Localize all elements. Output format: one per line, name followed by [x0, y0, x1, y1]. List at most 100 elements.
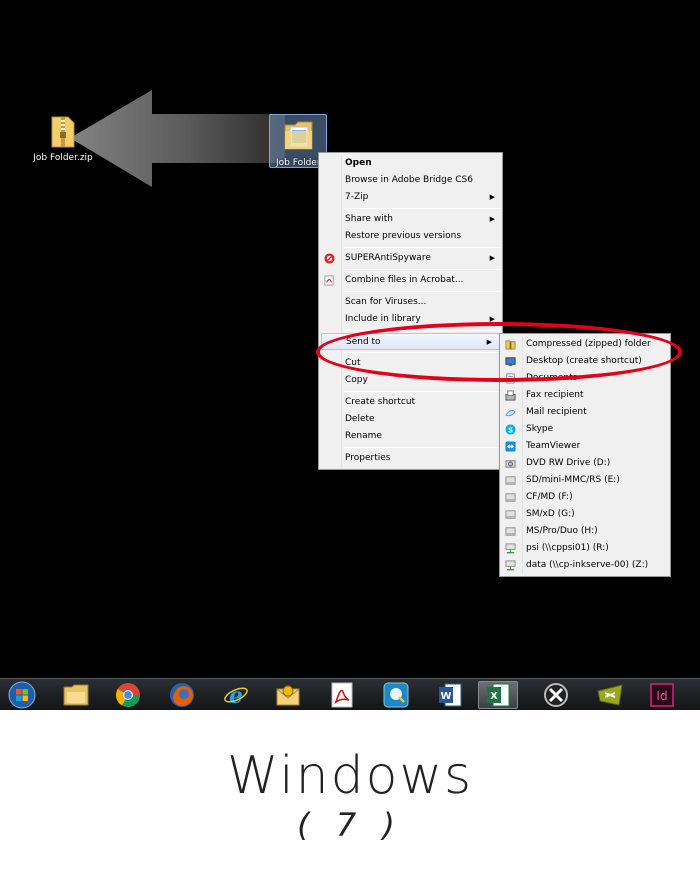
bridge-icon: [597, 684, 623, 706]
send-to-sd-drive[interactable]: SD/mini-MMC/RS (E:): [500, 472, 670, 489]
submenu-arrow-icon: ▶: [489, 193, 495, 201]
submenu-arrow-icon: ▶: [489, 215, 495, 223]
send-to-teamviewer[interactable]: TeamViewer: [500, 438, 670, 455]
quicktime-icon: [383, 682, 409, 708]
taskbar-internet-explorer[interactable]: e: [216, 681, 256, 709]
zip-folder-icon: [51, 116, 75, 148]
zip-file-label: Job Folder.zip: [33, 153, 93, 163]
dvd-drive-icon: [505, 460, 516, 468]
taskbar-xara[interactable]: [536, 681, 576, 709]
menu-separator: [344, 391, 500, 392]
taskbar-excel[interactable]: X: [478, 681, 518, 709]
teamviewer-icon: [505, 441, 516, 452]
menu-item-label: TeamViewer: [526, 441, 581, 451]
menu-item-label: Combine files in Acrobat...: [345, 275, 464, 285]
firefox-icon: [170, 683, 194, 707]
svg-text:W: W: [440, 691, 451, 702]
menu-item-label: Share with: [345, 214, 393, 224]
taskbar-outlook[interactable]: [268, 681, 308, 709]
menu-item-restore-previous-versions[interactable]: Restore previous versions: [319, 228, 502, 245]
send-to-ms-drive[interactable]: MS/Pro/Duo (H:): [500, 523, 670, 540]
send-to-data-network-drive[interactable]: data (\\cp-inkserve-00) (Z:): [500, 557, 670, 574]
drive-icon: [505, 476, 516, 485]
taskbar-word[interactable]: W: [430, 681, 470, 709]
menu-separator: [344, 247, 500, 248]
menu-item-7zip[interactable]: 7-Zip ▶: [319, 189, 502, 206]
indesign-icon-text: Id: [656, 689, 667, 703]
zip-file-desktop-icon[interactable]: Job Folder.zip: [23, 114, 103, 163]
caption: Windows ( 7 ): [0, 710, 700, 875]
drive-icon: [505, 510, 516, 519]
menu-item-label: 7-Zip: [345, 192, 369, 202]
network-drive-icon: [505, 543, 516, 554]
menu-item-label: CF/MD (F:): [526, 492, 573, 502]
menu-item-rename[interactable]: Rename: [319, 428, 502, 445]
menu-item-label: SUPERAntiSpyware: [345, 253, 431, 263]
menu-item-properties[interactable]: Properties: [319, 450, 502, 467]
send-to-dvd-drive[interactable]: DVD RW Drive (D:): [500, 455, 670, 472]
taskbar-file-explorer[interactable]: [56, 681, 96, 709]
send-to-sm-drive[interactable]: SM/xD (G:): [500, 506, 670, 523]
menu-item-label: Fax recipient: [526, 390, 584, 400]
drive-icon: [505, 493, 516, 502]
taskbar-bridge[interactable]: [590, 681, 630, 709]
menu-item-label: Restore previous versions: [345, 231, 462, 241]
mail-icon: [505, 409, 516, 417]
menu-item-label: Browse in Adobe Bridge CS6: [345, 175, 473, 185]
menu-item-browse-in-bridge[interactable]: Browse in Adobe Bridge CS6: [319, 172, 502, 189]
submenu-arrow-icon: ▶: [489, 254, 495, 262]
svg-text:X: X: [490, 691, 498, 702]
menu-item-label: Create shortcut: [345, 397, 416, 407]
menu-item-open[interactable]: Open: [319, 155, 502, 172]
menu-item-label: Include in library: [345, 314, 421, 324]
acrobat-icon: [331, 682, 353, 708]
taskbar-firefox[interactable]: [162, 681, 202, 709]
drive-icon: [505, 527, 516, 536]
acrobat-icon: [324, 275, 334, 286]
taskbar-acrobat[interactable]: [322, 681, 362, 709]
word-icon: W: [439, 683, 462, 707]
menu-item-label: SD/mini-MMC/RS (E:): [526, 475, 620, 485]
folder-label: Job Folder: [276, 158, 321, 168]
menu-item-scan-for-viruses[interactable]: Scan for Viruses...: [319, 294, 502, 311]
network-drive-icon: [505, 560, 516, 571]
menu-item-delete[interactable]: Delete: [319, 411, 502, 428]
send-to-psi-network-drive[interactable]: psi (\\cppsi01) (R:): [500, 540, 670, 557]
menu-separator: [344, 447, 500, 448]
fax-icon: [505, 390, 516, 401]
xara-icon: [544, 683, 568, 707]
send-to-skype[interactable]: S Skype: [500, 421, 670, 438]
menu-item-create-shortcut[interactable]: Create shortcut: [319, 394, 502, 411]
menu-item-share-with[interactable]: Share with ▶: [319, 211, 502, 228]
taskbar-quicktime[interactable]: [376, 681, 416, 709]
svg-text:e: e: [229, 683, 243, 708]
menu-separator: [344, 208, 500, 209]
menu-item-combine-in-acrobat[interactable]: Combine files in Acrobat...: [319, 272, 502, 289]
menu-item-label: Copy: [345, 375, 368, 385]
menu-separator: [344, 269, 500, 270]
start-orb-icon: [8, 681, 36, 709]
menu-item-label: Properties: [345, 453, 391, 463]
indesign-icon: Id: [650, 683, 674, 707]
highlight-ring: [316, 322, 682, 382]
taskbar-indesign[interactable]: Id: [642, 681, 682, 709]
send-to-mail-recipient[interactable]: Mail recipient: [500, 404, 670, 421]
skype-icon: S: [505, 424, 516, 435]
send-to-cf-drive[interactable]: CF/MD (F:): [500, 489, 670, 506]
send-to-fax-recipient[interactable]: Fax recipient: [500, 387, 670, 404]
folder-icon: [284, 121, 313, 150]
start-button[interactable]: [2, 681, 42, 709]
menu-item-label: DVD RW Drive (D:): [526, 458, 611, 468]
menu-item-label: Delete: [345, 414, 375, 424]
menu-item-label: Scan for Viruses...: [345, 297, 427, 307]
menu-item-label: data (\\cp-inkserve-00) (Z:): [526, 560, 649, 570]
outlook-icon: [276, 685, 300, 706]
menu-item-label: psi (\\cppsi01) (R:): [526, 543, 609, 553]
taskbar: e W X Id: [0, 678, 700, 710]
file-explorer-icon: [63, 684, 89, 706]
context-menu: Open Browse in Adobe Bridge CS6 7-Zip ▶ S…: [318, 152, 503, 470]
superantispyware-icon: [324, 253, 335, 264]
menu-item-superantispyware[interactable]: SUPERAntiSpyware ▶: [319, 250, 502, 267]
menu-item-label: Skype: [526, 424, 554, 434]
taskbar-chrome[interactable]: [108, 681, 148, 709]
